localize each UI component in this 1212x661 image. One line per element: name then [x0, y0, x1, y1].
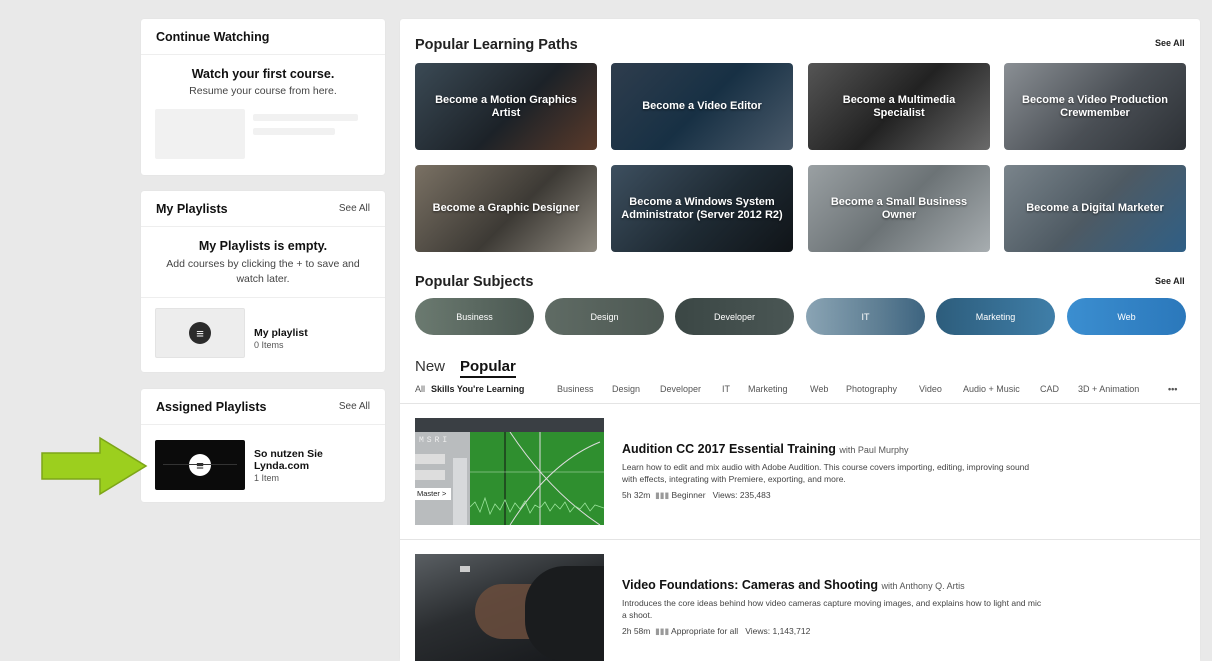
- filter-it[interactable]: IT: [722, 384, 730, 394]
- path-tile-label: Become a Multimedia Specialist: [842, 93, 956, 119]
- placeholder-line: [253, 114, 358, 121]
- filter-photography[interactable]: Photography: [846, 384, 897, 394]
- course-views: Views: 235,483: [712, 490, 771, 500]
- path-tile-windows-admin[interactable]: Become a Windows System Administrator (S…: [611, 165, 793, 252]
- course-meta: 5h 32m ▮▮▮ Beginner Views: 235,483: [622, 490, 771, 501]
- course-title[interactable]: Audition CC 2017 Essential Training with…: [622, 442, 908, 456]
- path-tile-multimedia[interactable]: Become a Multimedia Specialist: [808, 63, 990, 150]
- subject-developer[interactable]: Developer: [675, 298, 794, 335]
- subject-design[interactable]: Design: [545, 298, 664, 335]
- filter-developer[interactable]: Developer: [660, 384, 701, 394]
- popular-subjects-see-all-link[interactable]: See All: [1155, 276, 1185, 286]
- path-tile-motion-graphics[interactable]: Become a Motion Graphics Artist: [415, 63, 597, 150]
- assigned-playlists-see-all-link[interactable]: See All: [339, 401, 370, 412]
- path-tile-label: Become a Graphic Designer: [432, 202, 580, 214]
- tab-new[interactable]: New: [415, 358, 445, 375]
- placeholder-line: [253, 128, 335, 135]
- course-title-text: Audition CC 2017 Essential Training: [622, 442, 836, 456]
- course-meta: 2h 58m ▮▮▮ Appropriate for all Views: 1,…: [622, 626, 810, 637]
- assigned-playlists-header: Assigned Playlists See All: [141, 389, 385, 425]
- path-tile-label: Become a Video Production Crewmember: [1022, 93, 1168, 119]
- assigned-playlists-card: Assigned Playlists See All ≡ So nutzen S…: [141, 389, 385, 502]
- course-views: Views: 1,143,712: [745, 626, 811, 636]
- assigned-playlist-thumbnail[interactable]: ≡: [155, 440, 245, 490]
- filter-marketing[interactable]: Marketing: [748, 384, 788, 394]
- path-tile-label: Become a Video Editor: [642, 100, 762, 112]
- filter-3d-animation[interactable]: 3D + Animation: [1078, 384, 1139, 394]
- lynda-logo-icon: ≡: [189, 454, 211, 476]
- path-tile-graphic-designer[interactable]: Become a Graphic Designer: [415, 165, 597, 252]
- path-tile-label: Become a Small Business Owner: [830, 195, 968, 221]
- my-playlist-thumbnail[interactable]: ≡: [155, 308, 245, 358]
- continue-watching-card: Continue Watching Watch your first cours…: [141, 19, 385, 175]
- course-description: Learn how to edit and mix audio with Ado…: [622, 462, 1030, 484]
- filter-cad[interactable]: CAD: [1040, 384, 1059, 394]
- level-bars-icon: ▮▮▮: [655, 490, 670, 500]
- audio-waveform-icon: [470, 432, 604, 525]
- master-track-label: Master >: [415, 488, 451, 500]
- popular-subjects-title: Popular Subjects: [415, 274, 534, 290]
- path-tile-digital-marketer[interactable]: Become a Digital Marketer: [1004, 165, 1186, 252]
- my-playlist-count: 0 Items: [254, 340, 284, 350]
- filter-video[interactable]: Video: [919, 384, 942, 394]
- assigned-playlist-name[interactable]: So nutzen Sie Lynda.com: [254, 448, 344, 472]
- course-level: Beginner: [671, 490, 706, 500]
- continue-watching-heading: Watch your first course.: [191, 67, 335, 81]
- my-playlists-see-all-link[interactable]: See All: [339, 203, 370, 214]
- course-level: Appropriate for all: [671, 626, 739, 636]
- path-tile-video-production[interactable]: Become a Video Production Crewmember: [1004, 63, 1186, 150]
- course-thumbnail[interactable]: [415, 554, 604, 661]
- filter-web[interactable]: Web: [810, 384, 828, 394]
- course-title-text: Video Foundations: Cameras and Shooting: [622, 578, 879, 592]
- course-description: Introduces the core ideas behind how vid…: [622, 598, 1042, 620]
- my-playlists-title: My Playlists: [156, 201, 228, 216]
- placeholder-thumbnail: [155, 109, 245, 159]
- lynda-logo-icon: ≡: [189, 322, 211, 344]
- learning-paths-see-all-link[interactable]: See All: [1155, 38, 1185, 48]
- my-playlists-header: My Playlists See All: [141, 191, 385, 227]
- my-playlist-name[interactable]: My playlist: [254, 327, 308, 339]
- green-arrow-icon: [41, 436, 148, 496]
- course-author: with Paul Murphy: [839, 445, 909, 455]
- path-tile-video-editor[interactable]: Become a Video Editor: [611, 63, 793, 150]
- subject-business[interactable]: Business: [415, 298, 534, 335]
- course-duration: 2h 58m: [622, 626, 651, 636]
- path-tile-small-business[interactable]: Become a Small Business Owner: [808, 165, 990, 252]
- filter-all[interactable]: All: [415, 384, 425, 394]
- subject-marketing[interactable]: Marketing: [936, 298, 1055, 335]
- learning-paths-title: Popular Learning Paths: [415, 37, 578, 53]
- tab-popular[interactable]: Popular: [460, 358, 516, 378]
- filter-audio-music[interactable]: Audio + Music: [963, 384, 1020, 394]
- path-tile-label: Become a Digital Marketer: [1026, 202, 1164, 214]
- course-author: with Anthony Q. Artis: [881, 581, 965, 591]
- course-thumbnail[interactable]: MSRI Master >: [415, 418, 604, 525]
- my-playlists-card: My Playlists See All My Playlists is emp…: [141, 191, 385, 372]
- path-tile-label: Become a Windows System Administrator (S…: [621, 195, 783, 221]
- course-duration: 5h 32m: [622, 490, 651, 500]
- filter-business[interactable]: Business: [557, 384, 594, 394]
- continue-watching-title: Continue Watching: [156, 29, 270, 44]
- playlists-empty-heading: My Playlists is empty.: [198, 239, 328, 253]
- course-title[interactable]: Video Foundations: Cameras and Shooting …: [622, 578, 965, 592]
- path-tile-label: Become a Motion Graphics Artist: [435, 93, 577, 119]
- more-filters-icon[interactable]: •••: [1168, 384, 1177, 394]
- continue-watching-subtext: Resume your course from here.: [189, 85, 337, 97]
- filter-skills-youre-learning[interactable]: Skills You're Learning: [431, 384, 524, 394]
- playlists-empty-subtext: Add courses by clicking the + to save an…: [166, 258, 360, 285]
- level-bars-icon: ▮▮▮: [655, 626, 670, 636]
- assigned-playlists-title: Assigned Playlists: [156, 399, 267, 414]
- continue-watching-header: Continue Watching: [141, 19, 385, 55]
- filter-design[interactable]: Design: [612, 384, 640, 394]
- assigned-playlist-count: 1 Item: [254, 473, 280, 483]
- subject-it[interactable]: IT: [806, 298, 925, 335]
- subject-web[interactable]: Web: [1067, 298, 1186, 335]
